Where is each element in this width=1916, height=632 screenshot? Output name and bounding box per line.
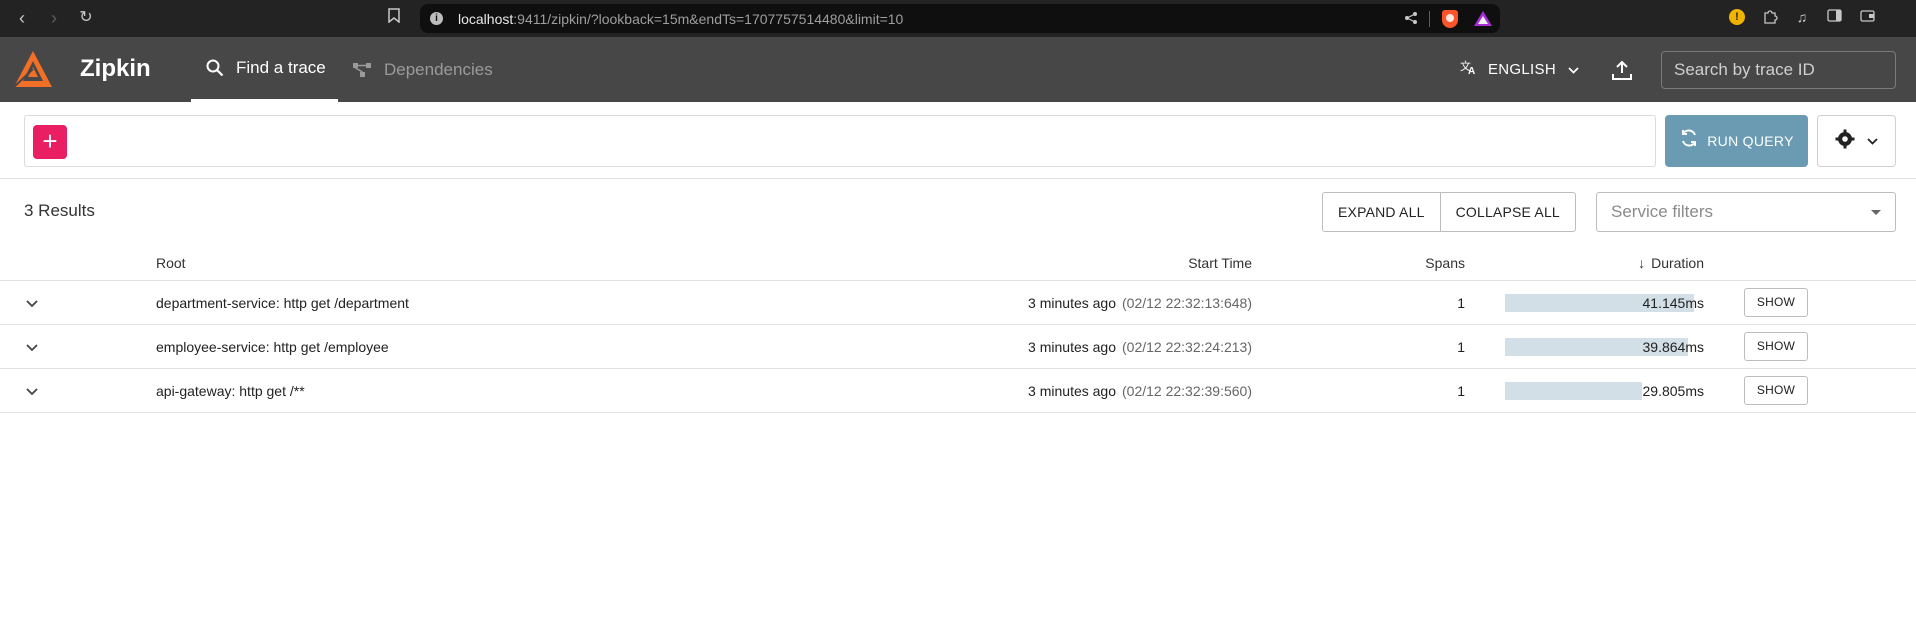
settings-dropdown-button[interactable] bbox=[1817, 115, 1896, 167]
show-trace-button[interactable]: SHOW bbox=[1744, 288, 1808, 317]
trace-span-count: 1 bbox=[1457, 383, 1465, 399]
back-arrow-icon[interactable]: ‹ bbox=[11, 7, 33, 29]
sidebar-icon[interactable] bbox=[1826, 9, 1842, 25]
results-table-header: Root Start Time Spans ↓ Duration bbox=[0, 246, 1916, 281]
svg-text:A: A bbox=[1468, 66, 1476, 75]
browser-toolbar: ‹ › ↻ i localhost:9411/zipkin/?lookback=… bbox=[0, 0, 1916, 37]
search-icon bbox=[206, 59, 224, 77]
collapse-all-button[interactable]: COLLAPSE ALL bbox=[1439, 193, 1575, 231]
upload-icon[interactable] bbox=[1611, 59, 1633, 86]
table-row[interactable]: api-gateway: http get /** 3 minutes ago (… bbox=[0, 369, 1916, 413]
trace-span-count: 1 bbox=[1457, 295, 1465, 311]
absolute-time: (02/12 22:32:39:560) bbox=[1122, 383, 1252, 399]
expand-all-button[interactable]: EXPAND ALL bbox=[1323, 193, 1440, 231]
service-filter-placeholder: Service filters bbox=[1611, 202, 1714, 221]
chevron-down-icon bbox=[1568, 63, 1579, 77]
tab-label: Find a trace bbox=[236, 58, 326, 77]
trace-id-search-input[interactable]: Search by trace ID bbox=[1661, 51, 1896, 89]
relative-time: 3 minutes ago bbox=[1028, 383, 1116, 399]
results-count: 3 Results bbox=[24, 201, 95, 220]
duration-value: 29.805ms bbox=[1642, 383, 1704, 399]
duration-bar: 29.805ms bbox=[1505, 382, 1704, 400]
duration-value: 41.145ms bbox=[1642, 295, 1704, 311]
brave-shields-icon[interactable] bbox=[1442, 10, 1458, 28]
table-row[interactable]: employee-service: http get /employee 3 m… bbox=[0, 325, 1916, 369]
tab-label: Dependencies bbox=[384, 59, 493, 79]
url-path: :9411/zipkin/?lookback=15m&endTs=1707757… bbox=[513, 11, 904, 27]
extension-alert-icon[interactable]: ! bbox=[1729, 9, 1745, 25]
run-query-button[interactable]: RUN QUERY bbox=[1665, 115, 1808, 167]
refresh-icon bbox=[1679, 128, 1699, 154]
column-header-duration[interactable]: ↓ Duration bbox=[1638, 255, 1704, 271]
forward-arrow-icon[interactable]: › bbox=[43, 7, 65, 29]
show-trace-button[interactable]: SHOW bbox=[1744, 376, 1808, 405]
column-header-spans[interactable]: Spans bbox=[1425, 255, 1465, 271]
chevron-down-icon[interactable] bbox=[22, 293, 42, 313]
address-bar[interactable]: i localhost:9411/zipkin/?lookback=15m&en… bbox=[420, 4, 1500, 33]
trace-span-count: 1 bbox=[1457, 339, 1465, 355]
run-query-label: RUN QUERY bbox=[1707, 133, 1794, 149]
url-host: localhost bbox=[458, 11, 514, 27]
duration-bar: 41.145ms bbox=[1505, 294, 1704, 312]
language-selector[interactable]: 文A ENGLISH bbox=[1460, 59, 1579, 80]
zipkin-logo-icon[interactable] bbox=[12, 49, 54, 91]
brave-rewards-icon[interactable] bbox=[1474, 11, 1492, 26]
relative-time: 3 minutes ago bbox=[1028, 295, 1116, 311]
service-filter-select[interactable]: Service filters bbox=[1596, 192, 1896, 232]
translate-icon: 文A bbox=[1460, 59, 1478, 80]
column-header-start-time[interactable]: Start Time bbox=[1188, 255, 1252, 271]
url-text: localhost:9411/zipkin/?lookback=15m&endT… bbox=[458, 11, 903, 27]
query-criteria-box[interactable]: + bbox=[24, 115, 1656, 167]
url-separator bbox=[1429, 11, 1430, 27]
sort-arrow-down-icon: ↓ bbox=[1638, 255, 1646, 271]
absolute-time: (02/12 22:32:24:213) bbox=[1122, 339, 1252, 355]
trace-start-time: 3 minutes ago (02/12 22:32:24:213) bbox=[1028, 339, 1252, 355]
puzzle-icon[interactable] bbox=[1762, 9, 1778, 25]
trace-root: api-gateway: http get /** bbox=[156, 383, 305, 399]
share-icon[interactable] bbox=[1404, 11, 1418, 28]
gear-icon bbox=[1835, 129, 1855, 154]
tab-find-a-trace[interactable]: Find a trace bbox=[191, 37, 338, 102]
reload-icon[interactable]: ↻ bbox=[75, 7, 97, 29]
language-label: ENGLISH bbox=[1488, 61, 1556, 78]
music-note-icon[interactable]: ♫ bbox=[1794, 9, 1810, 25]
chevron-down-icon[interactable] bbox=[22, 381, 42, 401]
bookmark-icon[interactable] bbox=[388, 8, 402, 26]
dropdown-caret-icon bbox=[1871, 210, 1881, 215]
app-header: Zipkin Find a trace Dependencies 文A ENGL… bbox=[0, 37, 1916, 102]
table-row[interactable]: department-service: http get /department… bbox=[0, 281, 1916, 325]
app-title[interactable]: Zipkin bbox=[80, 55, 151, 83]
absolute-time: (02/12 22:32:13:648) bbox=[1122, 295, 1252, 311]
column-header-root[interactable]: Root bbox=[156, 255, 186, 271]
query-area: + RUN QUERY bbox=[0, 102, 1916, 179]
trace-start-time: 3 minutes ago (02/12 22:32:39:560) bbox=[1028, 383, 1252, 399]
chevron-down-icon bbox=[1867, 134, 1878, 148]
add-criteria-button[interactable]: + bbox=[33, 125, 67, 159]
dependencies-icon bbox=[352, 61, 372, 79]
show-trace-button[interactable]: SHOW bbox=[1744, 332, 1808, 361]
trace-root: department-service: http get /department bbox=[156, 295, 409, 311]
duration-value: 39.864ms bbox=[1642, 339, 1704, 355]
duration-label: Duration bbox=[1651, 255, 1704, 271]
duration-bar-fill bbox=[1505, 382, 1643, 400]
trace-start-time: 3 minutes ago (02/12 22:32:13:648) bbox=[1028, 295, 1252, 311]
trace-root: employee-service: http get /employee bbox=[156, 339, 389, 355]
relative-time: 3 minutes ago bbox=[1028, 339, 1116, 355]
chevron-down-icon[interactable] bbox=[22, 337, 42, 357]
duration-bar: 39.864ms bbox=[1505, 338, 1704, 356]
tab-dependencies[interactable]: Dependencies bbox=[352, 37, 493, 102]
wallet-icon[interactable] bbox=[1859, 9, 1875, 25]
expand-collapse-group: EXPAND ALL COLLAPSE ALL bbox=[1322, 192, 1576, 232]
site-info-icon[interactable]: i bbox=[430, 12, 443, 25]
